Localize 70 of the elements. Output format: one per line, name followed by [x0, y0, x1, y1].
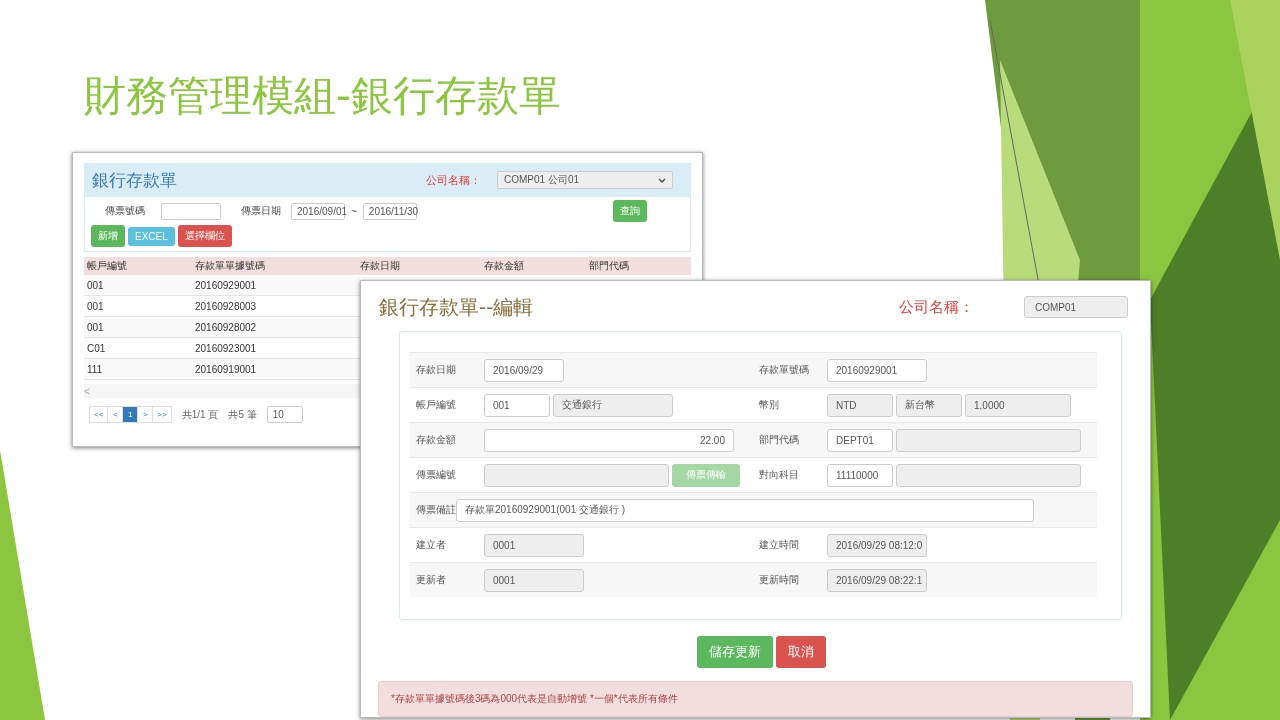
input-field[interactable]: 22.00: [484, 428, 734, 452]
table-row[interactable]: 001 20160929001: [84, 275, 360, 296]
input-field[interactable]: 001: [484, 393, 550, 417]
company-field: COMP01: [1024, 296, 1128, 318]
input-field[interactable]: 2016/09/29: [484, 358, 564, 382]
table-cell-text: 20160928002: [194, 321, 258, 333]
readonly-field: NTD: [827, 393, 893, 417]
field-label: 傳票備註: [415, 503, 456, 517]
toolbar-button[interactable]: 選擇欄位: [177, 225, 232, 247]
readonly-field: 2016/09/29 08:12:0: [827, 533, 927, 557]
page-info: 共1/1 頁: [181, 407, 219, 422]
readonly-field: 0001: [484, 568, 584, 592]
page-button[interactable]: <: [107, 406, 124, 423]
page-button[interactable]: 1: [122, 406, 139, 423]
chevron-icon: [658, 177, 666, 183]
date-field[interactable]: 2016/11/30: [362, 202, 417, 220]
field-label: 更新者: [415, 573, 447, 587]
page-size-select[interactable]: 10: [266, 406, 303, 423]
field-label: 更新時間: [758, 573, 800, 587]
readonly-field: 0001: [484, 533, 584, 557]
input-field[interactable]: DEPT01: [827, 428, 893, 452]
field-label: 建立者: [415, 538, 447, 552]
input-field[interactable]: 11110000: [827, 463, 893, 487]
readonly-field: 2016/09/29 08:22:1: [827, 568, 927, 592]
table-cell-text: 001: [86, 279, 105, 291]
readonly-field: 交通銀行: [553, 393, 673, 417]
readonly-field: 新台幣: [896, 393, 962, 417]
field-label: 建立時間: [758, 538, 800, 552]
field-label: 對向科目: [758, 468, 800, 482]
field-label: 存款金額: [415, 433, 457, 447]
page-button[interactable]: >: [137, 406, 154, 423]
readonly-field: 1.0000: [965, 393, 1071, 417]
input-field[interactable]: [161, 202, 221, 220]
page-title: 銀行存款單--編輯: [379, 293, 535, 321]
page-title: 銀行存款單: [92, 169, 178, 192]
input-field[interactable]: 存款單20160929001(001 交通銀行 ): [456, 498, 1034, 522]
field-label: 傳票編號: [415, 468, 457, 482]
table-cell-text: 20160929001: [194, 279, 258, 291]
date-field[interactable]: 2016/09/01: [291, 202, 345, 220]
column-header: 部門代碼: [588, 259, 630, 273]
column-header: 存款日期: [359, 259, 401, 273]
table-cell-text: 001: [86, 321, 105, 333]
field-label: 存款單號碼: [758, 363, 810, 377]
table-cell-text: 111: [86, 363, 104, 375]
field-label: 傳票號碼: [104, 204, 146, 218]
table-cell-text: 20160928003: [194, 300, 258, 312]
field-label: 部門代碼: [758, 433, 800, 447]
company-label: 公司名稱：: [426, 172, 481, 188]
range-separator: ~: [351, 205, 357, 217]
column-header: 存款金額: [483, 259, 525, 273]
table-row[interactable]: 111 20160919001: [84, 359, 360, 380]
table-cell-text: 20160919001: [194, 363, 258, 375]
input-field[interactable]: 20160929001: [827, 358, 927, 382]
company-select[interactable]: COMP01 公司01: [497, 171, 673, 189]
page-button[interactable]: >>: [152, 406, 172, 423]
column-header: 存款單單據號碼: [194, 259, 266, 273]
field-label: 幣別: [758, 398, 780, 412]
field-label: 帳戶編號: [415, 398, 457, 412]
field-label: 傳票日期: [241, 204, 282, 218]
action-button[interactable]: 取消: [776, 636, 826, 668]
table-cell-text: C01: [86, 342, 107, 354]
info-note: *存款單單據號碼後3碼為000代表是自動增號 *一個*代表所有條件: [378, 681, 1133, 717]
table-cell-text: 001: [86, 300, 105, 312]
company-label: 公司名稱：: [899, 297, 974, 317]
field-label: 存款日期: [415, 363, 457, 377]
table-cell-text: 20160923001: [194, 342, 258, 354]
column-header: 帳戶編號: [86, 259, 128, 273]
record-count: 共5 筆: [228, 407, 257, 422]
table-row[interactable]: 001 20160928002: [84, 317, 360, 338]
slide-title: 財務管理模組-銀行存款單: [84, 70, 562, 122]
